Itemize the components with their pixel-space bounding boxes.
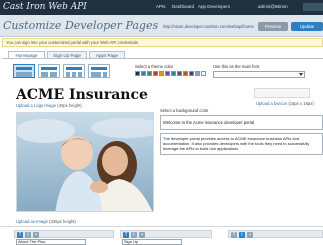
layout-option-2[interactable] <box>38 64 60 78</box>
main-font-label: Use this as the main font: <box>213 64 261 69</box>
info-notice: You can sign into your customized portal… <box>2 38 323 47</box>
column-signup: T t ▪ Sign Up <box>120 230 212 245</box>
theme-color-label: Select a theme color <box>135 64 174 69</box>
preview-button[interactable]: Preview <box>258 22 288 31</box>
theme-color-swatch[interactable] <box>141 71 146 76</box>
user-settings-button[interactable] <box>303 3 323 11</box>
theme-color-swatch[interactable] <box>171 71 176 76</box>
page-header: Customize Developer Pages http://nixon.d… <box>0 15 323 37</box>
favicon-preview <box>254 88 310 98</box>
main-font-select[interactable] <box>213 71 305 78</box>
hero-photo <box>16 112 154 212</box>
theme-color-swatch[interactable] <box>135 71 140 76</box>
image-icon[interactable]: ▪ <box>139 232 145 238</box>
theme-color-swatch[interactable] <box>159 71 164 76</box>
brand-logo-text: ACME Insurance <box>16 87 148 103</box>
column-signup-toolbar: T t ▪ <box>120 230 212 238</box>
column-twitter-toolbar: T t ▪ <box>228 230 323 238</box>
tab-divider <box>2 58 323 59</box>
column-about: T t ▪ About The Plus <box>14 230 114 245</box>
layout-option-4[interactable] <box>88 64 110 78</box>
section-divider <box>0 226 323 227</box>
user-menu[interactable]: admin@IBinnn <box>258 4 288 9</box>
theme-color-swatch[interactable] <box>183 71 188 76</box>
theme-color-swatch[interactable] <box>147 71 152 76</box>
page-title: Customize Developer Pages <box>3 19 159 32</box>
upload-image-link[interactable]: Upload an Image (345px height) <box>16 219 76 224</box>
chevron-down-icon <box>299 73 303 76</box>
twitter-icon[interactable]: t <box>25 232 31 238</box>
theme-color-swatch[interactable] <box>165 71 170 76</box>
nav-app-developers[interactable]: App Developers <box>198 4 230 9</box>
top-nav-bar: Cast Iron Web API APIs Dashboard App Dev… <box>0 0 323 15</box>
text-icon[interactable]: T <box>231 232 237 238</box>
layout-option-3[interactable] <box>63 64 85 78</box>
twitter-icon[interactable]: t <box>131 232 137 238</box>
nav-apis[interactable]: APIs <box>156 4 166 9</box>
twitter-icon[interactable]: t <box>239 232 245 238</box>
description-text-field[interactable]: The developer portal provides access to … <box>160 133 323 155</box>
image-icon[interactable]: ▪ <box>33 232 39 238</box>
theme-color-swatch[interactable] <box>177 71 182 76</box>
portal-url-link[interactable]: http://nixon.developer.castiron.com/weba… <box>163 24 254 29</box>
theme-color-swatch[interactable] <box>189 71 194 76</box>
theme-color-swatch[interactable] <box>195 71 200 76</box>
column-about-toolbar: T t ▪ <box>14 230 114 238</box>
theme-color-swatch[interactable] <box>153 71 158 76</box>
app-logo: Cast Iron Web API <box>3 2 87 12</box>
welcome-text-field[interactable]: Welcome to the Acme insurance developer … <box>160 115 323 130</box>
background-color-label: Select a background color <box>160 108 209 113</box>
upload-favicon-link[interactable]: Upload a favicon (16px x 16px) <box>256 101 314 106</box>
nav-dashboard[interactable]: Dashboard <box>172 4 194 9</box>
about-title-input[interactable]: About The Plus <box>16 239 86 245</box>
theme-color-swatch[interactable] <box>201 71 206 76</box>
column-twitter: T t ▪ <box>228 230 323 241</box>
layout-option-1[interactable] <box>13 64 35 78</box>
upload-logo-link[interactable]: Upload a Logo Image (40px height) <box>16 103 82 108</box>
text-icon[interactable]: T <box>123 232 129 238</box>
signup-title-input[interactable]: Sign Up <box>122 239 182 245</box>
update-button[interactable]: Update <box>291 22 323 31</box>
image-icon[interactable]: ▪ <box>247 232 253 238</box>
text-icon[interactable]: T <box>17 232 23 238</box>
layout-picker <box>13 64 123 78</box>
family-photo-image <box>17 113 153 211</box>
